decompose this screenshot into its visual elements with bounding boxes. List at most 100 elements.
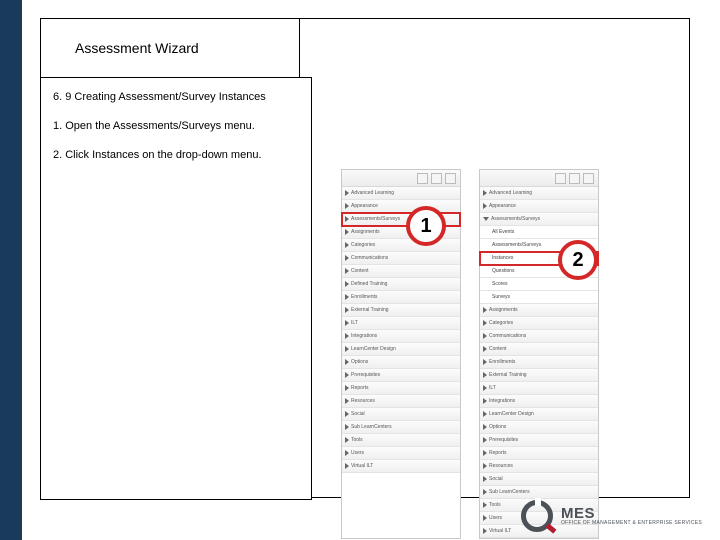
brand-subtitle: OFFICE OF MANAGEMENT & ENTERPRISE SERVIC… [561,521,702,526]
chevron-right-icon [345,372,349,378]
chevron-right-icon [345,255,349,261]
brand-mark-icon [521,500,555,532]
chevron-right-icon [483,333,487,339]
chevron-right-icon [345,346,349,352]
toolbar-icon [431,173,442,184]
chevron-right-icon [483,502,487,508]
chevron-right-icon [483,385,487,391]
accent-bar [0,0,22,540]
menu-item[interactable]: LearnCenter Design [342,343,460,356]
menu-item[interactable]: Sub LearnCenters [342,421,460,434]
chevron-right-icon [483,190,487,196]
toolbar-icon [555,173,566,184]
chevron-right-icon [345,190,349,196]
chevron-right-icon [345,320,349,326]
step-2: 2. Click Instances on the drop-down menu… [53,148,299,163]
menu-panel-left: 1 Advanced LearningAppearanceAssessments… [341,169,461,539]
callout-2: 2 [558,240,598,280]
menu-item[interactable]: Appearance [342,200,460,213]
callout-2-label: 2 [572,249,583,272]
chevron-right-icon [345,333,349,339]
chevron-right-icon [345,268,349,274]
menu-item[interactable]: Options [480,421,598,434]
menu-item[interactable]: Categories [342,239,460,252]
chevron-right-icon [345,411,349,417]
menu-item[interactable]: External Training [342,304,460,317]
chevron-right-icon [345,424,349,430]
callout-1: 1 [406,206,446,246]
chevron-right-icon [345,463,349,469]
menu-item[interactable]: LearnCenter Design [480,408,598,421]
chevron-right-icon [483,528,487,534]
chevron-right-icon [483,463,487,469]
chevron-right-icon [483,515,487,521]
menu-item[interactable]: ILT [480,382,598,395]
menu-item[interactable]: Enrollments [480,356,598,369]
chevron-right-icon [483,489,487,495]
menu-item[interactable]: Integrations [480,395,598,408]
menu-item[interactable]: Prerequisites [480,434,598,447]
menu-item[interactable]: ILT [342,317,460,330]
menu-item[interactable]: Defined Training [342,278,460,291]
chevron-right-icon [345,385,349,391]
menu-item[interactable]: Social [480,473,598,486]
screenshot-area: 1 Advanced LearningAppearanceAssessments… [341,169,599,539]
menu-item[interactable]: Virtual ILT [342,460,460,473]
menu-item[interactable]: Resources [342,395,460,408]
main-frame: Assessment Wizard 6. 9 Creating Assessme… [40,18,690,498]
submenu-item[interactable]: Surveys [480,291,598,304]
chevron-right-icon [483,359,487,365]
toolbar-icon [445,173,456,184]
menu-item[interactable]: Reports [480,447,598,460]
menu-item[interactable]: Communications [342,252,460,265]
chevron-right-icon [483,398,487,404]
chevron-right-icon [483,346,487,352]
chevron-right-icon [345,450,349,456]
menu-item[interactable]: Reports [342,382,460,395]
chevron-right-icon [483,411,487,417]
menu-item[interactable]: Integrations [342,330,460,343]
chevron-down-icon [483,217,489,221]
panel-toolbar [480,170,598,187]
menu-item[interactable]: External Training [480,369,598,382]
menu-item[interactable]: Assessments/Surveys [480,213,598,226]
menu-item[interactable]: Advanced Learning [342,187,460,200]
menu-item[interactable]: Options [342,356,460,369]
menu-item[interactable]: Tools [342,434,460,447]
chevron-right-icon [483,320,487,326]
toolbar-icon [417,173,428,184]
menu-item[interactable]: Communications [480,330,598,343]
chevron-right-icon [345,229,349,235]
chevron-right-icon [345,281,349,287]
menu-item[interactable]: Content [480,343,598,356]
panel-toolbar [342,170,460,187]
chevron-right-icon [345,359,349,365]
chevron-right-icon [345,203,349,209]
chevron-right-icon [483,307,487,313]
chevron-right-icon [345,216,349,222]
menu-item[interactable]: Enrollments [342,291,460,304]
menu-item[interactable]: Advanced Learning [480,187,598,200]
brand-name: MES [561,506,702,521]
section-heading: 6. 9 Creating Assessment/Survey Instance… [53,90,299,105]
submenu-item[interactable]: All Events [480,226,598,239]
menu-item[interactable]: Appearance [480,200,598,213]
submenu-item[interactable]: Scores [480,278,598,291]
menu-item[interactable]: Resources [480,460,598,473]
menu-item[interactable]: Assignments [480,304,598,317]
chevron-right-icon [345,294,349,300]
menu-item[interactable]: Prerequisites [342,369,460,382]
chevron-right-icon [483,450,487,456]
menu-item[interactable]: Categories [480,317,598,330]
chevron-right-icon [483,476,487,482]
menu-item[interactable]: Users [342,447,460,460]
chevron-right-icon [483,424,487,430]
chevron-right-icon [483,437,487,443]
brand-text: MES OFFICE OF MANAGEMENT & ENTERPRISE SE… [561,506,702,526]
menu-item[interactable]: Social [342,408,460,421]
toolbar-icon [583,173,594,184]
toolbar-icon [569,173,580,184]
menu-item[interactable]: Content [342,265,460,278]
chevron-right-icon [345,242,349,248]
chevron-right-icon [345,307,349,313]
